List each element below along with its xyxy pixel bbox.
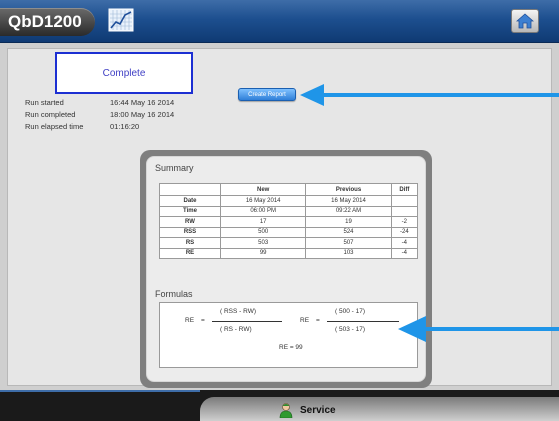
formula-lhs: RE [300,317,310,324]
fraction-line [212,321,282,322]
row-label: RW [159,216,221,228]
cell-diff: -24 [390,226,419,238]
cell-new: 99 [219,247,307,259]
service-label: Service [300,404,336,416]
cell-diff: -4 [390,247,419,259]
formula-box: RE = ( RSS - RW) ( RS - RW) RE = ( 500 -… [159,302,418,368]
column-header [159,183,221,196]
row-label: RSS [159,226,221,238]
cell-previous: 19 [305,216,392,228]
cell-diff: -2 [390,216,419,228]
formula-numerator: ( RSS - RW) [220,308,256,315]
summary-panel: Summary New Previous Diff Date 16 May 20… [140,150,432,388]
formula-numerator: ( 500 - 17) [335,308,365,315]
cell-new: 503 [219,237,307,249]
table-row: RW 17 19 -2 [159,216,419,228]
table-row: Date 16 May 2014 16 May 2014 [159,195,419,207]
run-value: 01:16:20 [110,122,140,131]
cell-new: 06:00 PM [219,205,307,217]
formula-denominator: ( RS - RW) [220,326,252,333]
run-value: 16:44 May 16 2014 [110,98,175,107]
summary-title: Summary [155,163,194,173]
run-label: Run completed [25,110,76,119]
column-header: Diff [390,183,419,196]
formula-result: RE = 99 [279,344,303,351]
run-value: 18:00 May 16 2014 [110,110,175,119]
formula-eq: = [316,317,320,324]
cell-previous: 103 [305,247,392,259]
column-header: New [219,183,307,196]
status-box: Complete [55,52,193,94]
cell-new: 16 May 2014 [219,195,307,207]
service-button[interactable]: Service [278,402,336,418]
arrow-left-icon [398,316,559,342]
table-row: Time 06:00 PM 09:22 AM [159,205,419,217]
home-icon [516,13,534,29]
formulas-title: Formulas [155,289,193,299]
cell-previous: 507 [305,237,392,249]
table-row: RSS 500 524 -24 [159,226,419,238]
arrow-left-icon [300,84,559,106]
cell-diff: -4 [390,237,419,249]
app-title: QbD1200 [0,8,95,36]
table-row: RE 99 103 -4 [159,247,419,259]
formula-eq: = [201,317,205,324]
cell-previous: 16 May 2014 [305,195,392,207]
service-person-icon [279,403,293,418]
table-header-row: New Previous Diff [159,183,419,196]
summary-card: Summary New Previous Diff Date 16 May 20… [146,156,426,382]
formula-denominator: ( 503 - 17) [335,326,365,333]
table-row: RS 503 507 -4 [159,237,419,249]
cell-new: 17 [219,216,307,228]
row-label: Time [159,205,221,217]
home-button[interactable] [511,9,539,33]
formula-lhs: RE [185,317,195,324]
summary-table: New Previous Diff Date 16 May 2014 16 Ma… [159,183,419,259]
row-label: RS [159,237,221,249]
create-report-button[interactable]: Create Report [238,88,296,101]
top-bar: QbD1200 [0,0,559,43]
bottom-bar: Service [0,390,559,421]
chart-icon[interactable] [108,8,134,32]
run-label: Run started [25,98,64,107]
run-label: Run elapsed time [25,122,84,131]
status-label: Complete [102,67,146,79]
fraction-line [327,321,399,322]
cell-new: 500 [219,226,307,238]
cell-previous: 09:22 AM [305,205,392,217]
service-tab[interactable] [200,397,559,421]
cell-diff [390,195,419,207]
row-label: Date [159,195,221,207]
bottom-accent [0,390,200,392]
column-header: Previous [305,183,392,196]
cell-diff [390,205,419,217]
cell-previous: 524 [305,226,392,238]
row-label: RE [159,247,221,259]
